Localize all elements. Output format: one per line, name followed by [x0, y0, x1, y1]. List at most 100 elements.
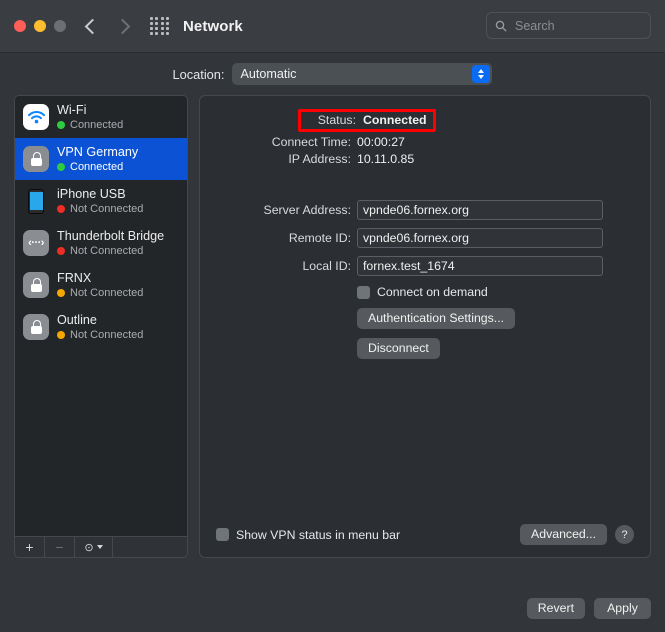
- status-dot-icon: [57, 121, 65, 129]
- status-row: Status: Connected: [200, 109, 650, 132]
- chevron-updown-icon[interactable]: [472, 65, 491, 83]
- service-list: Wi-Fi Connected VPN Germany Connected iP…: [14, 95, 188, 536]
- back-chevron-icon[interactable]: [84, 19, 98, 33]
- connect-time-value: 00:00:27: [357, 135, 405, 149]
- sidebar-toolbar: + − ⊙: [14, 536, 188, 558]
- connect-time-label: Connect Time:: [271, 135, 351, 149]
- sidebar-item-vpn-germany[interactable]: VPN Germany Connected: [15, 138, 187, 180]
- status-badge: Not Connected: [57, 287, 143, 299]
- location-selected-value: Automatic: [240, 67, 297, 81]
- lock-icon: [23, 272, 49, 298]
- sidebar-item-label: Wi-Fi: [57, 103, 87, 117]
- show-vpn-status-label: Show VPN status in menu bar: [236, 527, 401, 542]
- connect-on-demand-checkbox[interactable]: [357, 285, 370, 299]
- vpn-form: Server Address: Remote ID: Local ID: Con…: [200, 200, 650, 359]
- ip-address-value: 10.11.0.85: [357, 152, 415, 166]
- traffic-lights: [14, 20, 66, 32]
- status-text: Not Connected: [70, 287, 144, 299]
- titlebar: Network: [0, 0, 665, 53]
- panel-footer-actions: Advanced... ?: [520, 524, 634, 545]
- connect-on-demand-row: Connect on demand: [357, 285, 650, 299]
- zoom-button[interactable]: [54, 20, 66, 32]
- search-input[interactable]: [513, 17, 642, 34]
- page-title: Network: [183, 17, 243, 35]
- local-id-label: Local ID:: [302, 259, 351, 273]
- remote-id-label: Remote ID:: [288, 231, 351, 245]
- iphone-icon: [23, 188, 49, 214]
- status-badge: Connected: [57, 161, 138, 173]
- sidebar-item-label: Thunderbolt Bridge: [57, 229, 165, 243]
- ip-address-row: IP Address: 10.11.0.85: [200, 152, 650, 166]
- search-icon: [495, 20, 507, 31]
- sidebar-item-label: FRNX: [57, 271, 92, 285]
- lock-icon: [23, 146, 49, 172]
- local-id-input[interactable]: [357, 256, 603, 276]
- status-dot-icon: [57, 205, 65, 213]
- location-dropdown[interactable]: Automatic: [232, 63, 493, 85]
- auth-settings-row: Authentication Settings...: [357, 308, 650, 329]
- sidebar-item-label: VPN Germany: [57, 145, 139, 159]
- add-service-button[interactable]: +: [15, 537, 45, 557]
- sidebar-item-frnx[interactable]: FRNX Not Connected: [15, 264, 187, 306]
- action-menu-button[interactable]: ⊙: [75, 537, 113, 557]
- show-vpn-status-checkbox[interactable]: [216, 528, 229, 541]
- status-badge: Connected: [57, 119, 123, 131]
- status-text: Not Connected: [70, 245, 144, 257]
- disconnect-button[interactable]: Disconnect: [357, 338, 440, 359]
- status-highlight-box: Status: Connected: [298, 109, 436, 132]
- remove-service-button[interactable]: −: [45, 537, 75, 557]
- sidebar-wrapper: Wi-Fi Connected VPN Germany Connected iP…: [14, 95, 188, 558]
- location-row: Location: Automatic: [0, 53, 665, 95]
- local-id-row: Local ID:: [200, 256, 650, 276]
- remote-id-row: Remote ID:: [200, 228, 650, 248]
- status-value: Connected: [363, 113, 427, 127]
- connect-on-demand-label: Connect on demand: [377, 285, 488, 299]
- apply-button[interactable]: Apply: [594, 598, 651, 619]
- forward-chevron-icon[interactable]: [116, 19, 130, 33]
- status-text: Connected: [70, 161, 124, 173]
- sidebar-item-wi-fi[interactable]: Wi-Fi Connected: [15, 96, 187, 138]
- show-status-row: Show VPN status in menu bar: [216, 528, 520, 542]
- status-text: Not Connected: [70, 329, 144, 341]
- ip-address-label: IP Address:: [288, 152, 351, 166]
- sidebar-item-outline[interactable]: Outline Not Connected: [15, 306, 187, 348]
- status-block: Status: Connected Connect Time: 00:00:27…: [200, 96, 650, 166]
- gear-icon: ⊙: [84, 541, 94, 554]
- advanced-button[interactable]: Advanced...: [520, 524, 607, 545]
- minimize-button[interactable]: [34, 20, 46, 32]
- search-field[interactable]: [486, 12, 651, 39]
- authentication-settings-button[interactable]: Authentication Settings...: [357, 308, 516, 329]
- thunderbolt-icon: ‹···›: [23, 230, 49, 256]
- panel-footer: Show VPN status in menu bar Advanced... …: [200, 524, 650, 545]
- remote-id-input[interactable]: [357, 228, 603, 248]
- connect-time-row: Connect Time: 00:00:27: [200, 135, 650, 149]
- service-detail-panel: Status: Connected Connect Time: 00:00:27…: [199, 95, 651, 558]
- status-label: Status:: [317, 113, 356, 127]
- sidebar-item-iphone-usb[interactable]: iPhone USB Not Connected: [15, 180, 187, 222]
- lock-icon: [23, 314, 49, 340]
- help-button[interactable]: ?: [615, 525, 634, 544]
- revert-button[interactable]: Revert: [526, 598, 585, 619]
- sidebar-item-label: iPhone USB: [57, 187, 126, 201]
- status-badge: Not Connected: [57, 329, 143, 341]
- network-preferences-window: Network Location: Automatic: [0, 0, 665, 632]
- window-footer-actions: Revert Apply: [526, 598, 651, 619]
- status-dot-icon: [57, 331, 65, 339]
- chevron-down-icon: [96, 545, 103, 549]
- server-address-label: Server Address:: [263, 203, 351, 217]
- body-area: Wi-Fi Connected VPN Germany Connected iP…: [0, 95, 665, 558]
- status-text: Connected: [70, 119, 124, 131]
- wifi-icon: [23, 104, 49, 130]
- status-text: Not Connected: [70, 203, 144, 215]
- server-address-row: Server Address:: [200, 200, 650, 220]
- status-dot-icon: [57, 247, 65, 255]
- status-badge: Not Connected: [57, 203, 143, 215]
- server-address-input[interactable]: [357, 200, 603, 220]
- sidebar-item-thunderbolt-bridge[interactable]: ‹···› Thunderbolt Bridge Not Connected: [15, 222, 187, 264]
- status-badge: Not Connected: [57, 245, 164, 257]
- disconnect-row: Disconnect: [357, 338, 650, 359]
- sidebar-item-label: Outline: [57, 313, 97, 327]
- show-all-grid-icon[interactable]: [150, 16, 169, 36]
- close-button[interactable]: [14, 20, 26, 32]
